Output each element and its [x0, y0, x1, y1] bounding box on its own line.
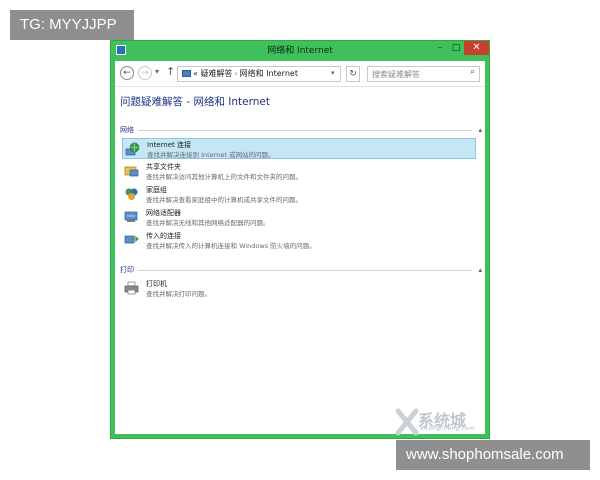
breadcrumb-chevron-icon: › [234, 69, 238, 78]
group-divider [138, 270, 472, 271]
incoming-connection-icon [124, 235, 139, 244]
list-item-printer[interactable]: 打印机 查找并解决打印问题。 [122, 278, 476, 299]
item-description: 查找并解决查看家庭组中的计算机或共享文件的问题。 [146, 196, 302, 204]
window-title: 网络和 Internet [267, 46, 333, 56]
list-item-shared-folders[interactable]: 共享文件夹 查找并解决访问其他计算机上的文件和文件夹的问题。 [122, 161, 476, 182]
group-divider [138, 130, 472, 131]
watermark-x-icon [395, 408, 419, 436]
breadcrumb[interactable]: « 疑难解答 › 网络和 Internet [177, 66, 341, 82]
item-description: 查找并解决无线和其他网络适配器的问题。 [146, 219, 270, 227]
list-item-network-adapter[interactable]: 网络适配器 查找并解决无线和其他网络适配器的问题。 [122, 207, 476, 228]
control-panel-folder-icon [182, 70, 191, 77]
forward-arrow-icon[interactable]: → [138, 66, 152, 80]
list-item-internet-connection[interactable]: Internet 连接 查找并解决连接到 Internet 或网站的问题。 [122, 138, 476, 159]
address-bar: ← → ▾ ↑ « 疑难解答›网络和 Internet ▾ ↻ ⌕ [115, 61, 485, 87]
back-arrow-icon[interactable]: ← [120, 66, 134, 80]
breadcrumb-overflow[interactable]: « [193, 69, 198, 78]
item-description: 查找并解决传入的计算机连接和 Windows 防火墙的问题。 [146, 242, 316, 250]
shared-folder-icon [124, 166, 139, 177]
close-button[interactable]: ✕ [464, 41, 489, 55]
printer-icon [124, 281, 139, 295]
watermark-subtext: xitongcheng.com [420, 426, 476, 432]
group-header-network[interactable]: 网络 ▴ [120, 124, 482, 136]
recent-locations-chevron-icon[interactable]: ▾ [155, 67, 159, 76]
group-header-printing[interactable]: 打印 ▴ [120, 264, 482, 276]
breadcrumb-item-troubleshooting[interactable]: 疑难解答 [200, 69, 232, 78]
collapse-chevron-icon[interactable]: ▴ [478, 124, 482, 136]
maximize-button[interactable]: □ [450, 41, 462, 55]
list-item-homegroup[interactable]: 家庭组 查找并解决查看家庭组中的计算机或共享文件的问题。 [122, 184, 476, 205]
network-adapter-icon [124, 211, 138, 222]
page-title: 问题疑难解答 - 网络和 Internet [120, 96, 270, 108]
tag-overlay: TG: MYYJJPP [10, 10, 134, 40]
address-dropdown-icon[interactable]: ▾ [331, 69, 335, 77]
window-client: ← → ▾ ↑ « 疑难解答›网络和 Internet ▾ ↻ ⌕ 问题疑难解答… [115, 61, 485, 434]
item-description: 查找并解决连接到 Internet 或网站的问题。 [147, 151, 275, 159]
site-overlay: www.shophomsale.com [396, 440, 590, 470]
search-icon[interactable]: ⌕ [470, 67, 475, 77]
collapse-chevron-icon[interactable]: ▴ [478, 264, 482, 276]
item-description: 查找并解决打印问题。 [146, 290, 211, 298]
minimize-button[interactable]: – [434, 41, 446, 55]
breadcrumb-item-network[interactable]: 网络和 Internet [240, 69, 298, 78]
watermark-logo: 系统城 xitongcheng.com [395, 405, 490, 438]
refresh-icon[interactable]: ↻ [346, 66, 360, 82]
item-description: 查找并解决访问其他计算机上的文件和文件夹的问题。 [146, 173, 302, 181]
group-label: 打印 [120, 264, 138, 276]
globe-network-icon [125, 142, 140, 156]
main-content: 问题疑难解答 - 网络和 Internet 网络 ▴ Internet 连接 查… [115, 88, 485, 434]
explorer-window: 网络和 Internet – □ ✕ ← → ▾ ↑ « 疑难解答 › 网络和 In… [110, 40, 490, 439]
search-input[interactable] [367, 66, 480, 82]
group-label: 网络 [120, 124, 138, 136]
list-item-incoming-connections[interactable]: 传入的连接 查找并解决传入的计算机连接和 Windows 防火墙的问题。 [122, 230, 476, 251]
up-arrow-icon[interactable]: ↑ [166, 65, 175, 78]
homegroup-icon [125, 188, 138, 200]
title-bar: 网络和 Internet – □ ✕ [111, 41, 489, 61]
